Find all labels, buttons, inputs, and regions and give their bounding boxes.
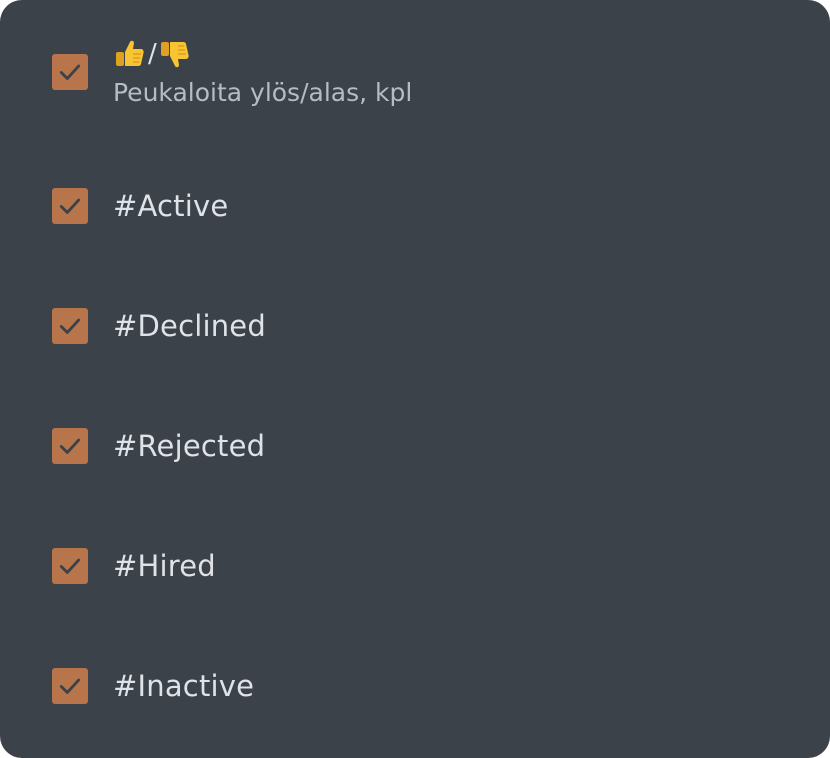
checkmark-icon <box>59 558 81 574</box>
rejected-label: #Rejected <box>113 429 266 463</box>
checkmark-icon <box>59 678 81 694</box>
checkmark-icon <box>59 64 81 80</box>
checkmark-icon <box>59 318 81 334</box>
hired-label: #Hired <box>113 549 216 583</box>
declined-checkbox[interactable] <box>52 308 88 344</box>
active-checkbox[interactable] <box>52 188 88 224</box>
filter-item-thumbs[interactable]: / Peukaloita ylös/alas, kpl <box>52 36 790 107</box>
declined-label: #Declined <box>113 309 266 343</box>
filter-item-rejected[interactable]: #Rejected <box>52 428 790 464</box>
active-label: #Active <box>113 189 229 223</box>
inactive-checkbox[interactable] <box>52 668 88 704</box>
filter-item-inactive[interactable]: #Inactive <box>52 668 790 704</box>
hired-checkbox[interactable] <box>52 548 88 584</box>
filter-panel: / Peukaloita ylös/alas, kpl #Active #Dec… <box>0 0 830 758</box>
filter-item-declined[interactable]: #Declined <box>52 308 790 344</box>
checkmark-icon <box>59 198 81 214</box>
filter-item-active[interactable]: #Active <box>52 188 790 224</box>
inactive-label: #Inactive <box>113 669 255 703</box>
filter-item-hired[interactable]: #Hired <box>52 548 790 584</box>
thumbs-sublabel: Peukaloita ylös/alas, kpl <box>113 78 413 107</box>
checkmark-icon <box>59 438 81 454</box>
thumbs-down-icon <box>158 37 192 71</box>
rejected-checkbox[interactable] <box>52 428 88 464</box>
thumbs-checkbox[interactable] <box>52 53 88 90</box>
thumbs-up-icon <box>113 37 147 71</box>
thumbs-separator: / <box>148 39 157 69</box>
